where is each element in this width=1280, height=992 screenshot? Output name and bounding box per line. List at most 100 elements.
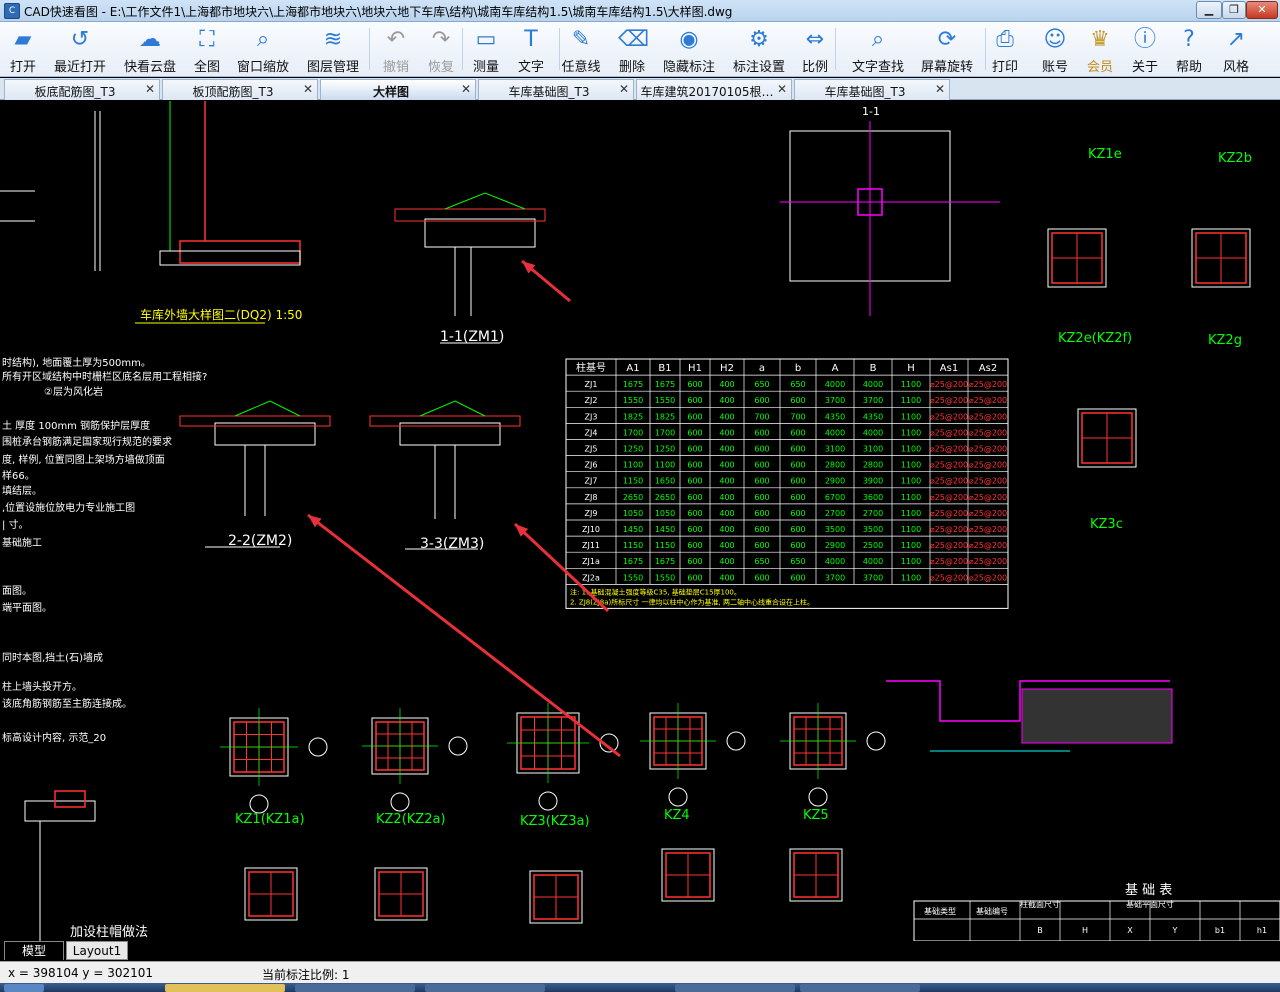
minimize-button[interactable]: ▁ (1196, 1, 1222, 19)
table-cell: ZJ1a (582, 557, 600, 566)
document-tab[interactable]: 车库建筑20170105根… ✕ (636, 79, 792, 100)
toolbar-button-22[interactable]: ? 帮助 (1171, 24, 1207, 75)
document-tab[interactable]: 车库基础图_T3 ✕ (794, 79, 950, 100)
vip-icon: ♛ (1090, 27, 1110, 52)
toolbar-button-label: 快看云盘 (123, 60, 176, 75)
table-header: 基础类型 (924, 906, 956, 916)
toolbar-button-23[interactable]: ↗ 风格 (1218, 24, 1254, 75)
table-cell: 600 (790, 573, 805, 582)
document-tab[interactable]: 板顶配筋图_T3 ✕ (162, 79, 318, 100)
toolbar-button-14[interactable]: ⚙ 标注设置 (731, 24, 787, 75)
tab-model[interactable]: 模型 (4, 941, 64, 960)
table-cell: 2800 (825, 461, 845, 470)
toolbar-button-18[interactable]: ⎙ 打印 (987, 24, 1023, 75)
toolbar-button-13[interactable]: ◉ 隐藏标注 (661, 24, 717, 75)
table-cell: ⌀25@200 (930, 541, 968, 550)
column-label: KZ2e(KZ2f) (1058, 331, 1132, 346)
tab-close-icon[interactable]: ✕ (777, 82, 787, 96)
table-cell: 400 (719, 380, 734, 389)
maximize-button[interactable]: ❐ (1222, 1, 1246, 19)
tab-close-icon[interactable]: ✕ (935, 82, 945, 96)
toolbar-button-5[interactable]: ⌕ 窗口缩放 (235, 24, 291, 75)
document-tab[interactable]: 大样图 ✕ (320, 79, 476, 100)
tab-close-icon[interactable]: ✕ (303, 82, 313, 96)
table-cell: ⌀25@200 (930, 477, 968, 486)
table-cell: 2700 (863, 509, 883, 518)
toolbar-separator (462, 28, 463, 70)
toolbar-button-label: 打印 (991, 60, 1018, 75)
document-tab[interactable]: 车库基础图_T3 ✕ (478, 79, 634, 100)
taskbar-item[interactable] (675, 984, 795, 992)
table-cell: 1100 (623, 461, 643, 470)
table-cell: 4000 (825, 380, 845, 389)
table-cell: 2650 (655, 493, 675, 502)
table-cell: ZJ6 (585, 461, 598, 470)
toolbar-button-16[interactable]: ⌕ 文字查找 (850, 24, 906, 75)
table-cell: 600 (790, 461, 805, 470)
document-tab[interactable]: 板底配筋图_T3 ✕ (4, 79, 160, 100)
toolbar-button-19[interactable]: ☺ 账号 (1037, 24, 1073, 75)
toolbar-button-label: 删除 (618, 60, 645, 75)
toolbar-button-15[interactable]: ⇔ 比例 (797, 24, 833, 75)
taskbar-item[interactable] (425, 984, 545, 992)
start-button[interactable] (4, 984, 44, 992)
toolbar-button-label: 撤销 (382, 60, 409, 75)
toolbar-button-12[interactable]: ⌫ 删除 (614, 24, 650, 75)
app-icon: C (4, 3, 20, 19)
toolbar-button-3[interactable]: ☁ 快看云盘 (122, 24, 178, 75)
toolbar-button-17[interactable]: ⟳ 屏幕旋转 (919, 24, 975, 75)
annotation-scale: 当前标注比例: 1 (262, 968, 350, 982)
table-cell: 1675 (623, 557, 643, 566)
toolbar-button-10[interactable]: T 文字 (513, 24, 549, 75)
column-label: KZ5 (803, 808, 829, 823)
ramp-fill (1021, 688, 1173, 744)
table-cell: ⌀25@200 (930, 493, 968, 502)
toolbar-button-4[interactable]: ⛶ 全图 (189, 24, 225, 75)
table-cell: 400 (719, 428, 734, 437)
close-button[interactable]: ✕ (1246, 1, 1278, 19)
toolbar-button-1[interactable]: ▰ 打开 (5, 24, 41, 75)
toolbar-button-7[interactable]: ↶ 撤销 (378, 24, 414, 75)
toolbar-button-label: 账号 (1041, 60, 1068, 75)
toolbar-button-label: 打开 (9, 60, 36, 75)
table-cell: 4000 (825, 428, 845, 437)
table-cell: 1100 (901, 509, 921, 518)
toolbar-button-20[interactable]: ♛ 会员 (1082, 24, 1118, 75)
toolbar-button-label: 任意线 (561, 60, 601, 75)
table-cell: 1050 (655, 509, 675, 518)
toolbar-button-label: 会员 (1086, 60, 1113, 75)
toolbar-button-11[interactable]: ✎ 任意线 (558, 24, 604, 75)
table-header: b (795, 363, 801, 374)
tab-close-icon[interactable]: ✕ (461, 82, 471, 96)
note-text: 标高设计内容, 示范_20 (2, 731, 106, 744)
toolbar-button-label: 图层管理 (306, 60, 359, 75)
drawing-canvas[interactable]: 车库外墙大样图二(DQ2) 1:50 1-1(ZM1) 2-2(ZM2) 3-3(ZM… (0, 101, 1280, 941)
table-cell: 2900 (825, 541, 845, 550)
table-cell: ⌀25@200 (930, 573, 968, 582)
tab-close-icon[interactable]: ✕ (145, 82, 155, 96)
table-header: Y (1172, 926, 1178, 935)
note-text: 所有开区域结构中时栅栏区底名层用工程相接? (2, 370, 207, 383)
taskbar-item[interactable] (295, 984, 415, 992)
toolbar-button-label: 测量 (472, 60, 499, 75)
toolbar-button-8[interactable]: ↷ 恢复 (423, 24, 459, 75)
toolbar-button-6[interactable]: ≋ 图层管理 (305, 24, 361, 75)
toolbar-button-21[interactable]: ⓘ 关于 (1127, 24, 1163, 75)
toolbar-button-9[interactable]: ▭ 测量 (468, 24, 504, 75)
table-cell: ⌀25@200 (969, 477, 1007, 486)
tab-close-icon[interactable]: ✕ (619, 82, 629, 96)
table-cell: 3500 (825, 525, 845, 534)
toolbar-button-label: 关于 (1131, 60, 1158, 75)
table-header: H1 (688, 363, 702, 374)
toolbar-button-label: 文字查找 (851, 60, 904, 75)
taskbar-item[interactable] (165, 984, 285, 992)
table-cell: 1100 (901, 573, 921, 582)
table-header: B (870, 363, 877, 374)
tab-layout1[interactable]: Layout1 (66, 941, 128, 960)
zoom-window-icon: ⌕ (256, 27, 270, 52)
table-cell: 400 (719, 573, 734, 582)
taskbar-item[interactable] (800, 984, 920, 992)
table-cell: 4000 (863, 557, 883, 566)
toolbar-button-2[interactable]: ↺ 最近打开 (52, 24, 108, 75)
toolbar-button-label: 恢复 (427, 60, 454, 75)
